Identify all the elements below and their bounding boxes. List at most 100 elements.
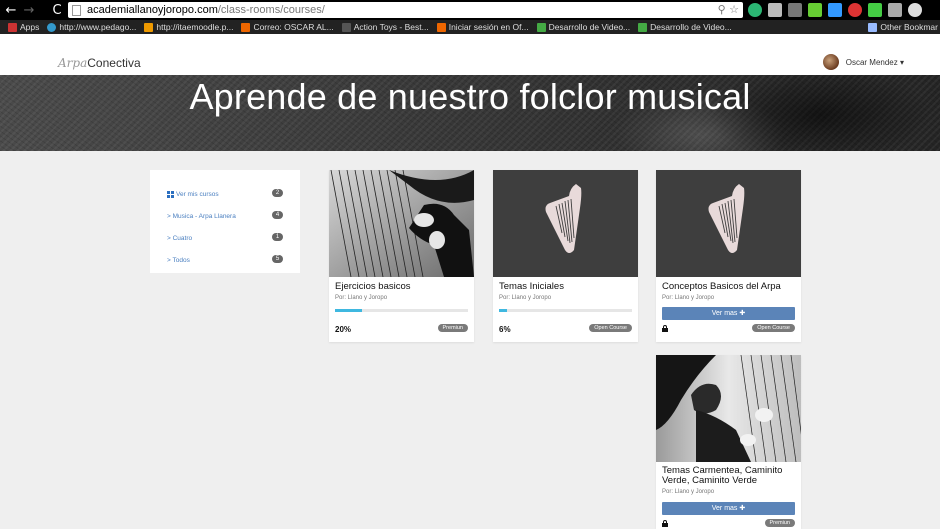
bookmark-icon bbox=[144, 22, 154, 32]
harp-photo bbox=[329, 170, 474, 277]
course-title[interactable]: Temas Iniciales bbox=[499, 282, 564, 292]
other-bookmarks[interactable]: Other Bookmar bbox=[868, 22, 938, 32]
folder-icon bbox=[868, 22, 878, 32]
user-name: Oscar Mendez ▾ bbox=[845, 57, 904, 67]
extension-icons bbox=[748, 3, 922, 17]
bookmark-label: Correo: OSCAR AL... bbox=[253, 22, 334, 32]
url-path: /class-rooms/courses/ bbox=[217, 4, 325, 16]
course-title[interactable]: Conceptos Basicos del Arpa bbox=[662, 282, 781, 292]
count-badge: 4 bbox=[272, 211, 283, 219]
bookmark-item[interactable]: http://www.pedago... bbox=[47, 22, 136, 32]
extension-icon[interactable] bbox=[888, 3, 902, 17]
sidebar-item-arpa-llanera[interactable]: > Musica - Arpa Llanera 4 bbox=[150, 205, 300, 227]
grid-icon bbox=[167, 190, 174, 198]
sidebar-item-label: > Todos bbox=[167, 256, 190, 264]
lock-icon bbox=[662, 520, 668, 527]
bookmark-icon bbox=[47, 22, 57, 32]
course-card[interactable]: Ejercicios basicos Por: Llano y Joropo 2… bbox=[329, 170, 474, 342]
lock-icon bbox=[662, 325, 668, 332]
hero-banner: Aprende de nuestro folclor musical bbox=[0, 75, 940, 151]
bookmark-label: http://itaemoodle.p... bbox=[156, 22, 234, 32]
site-logo[interactable]: ArpaConectiva bbox=[58, 56, 141, 70]
course-author: Por: Llano y Joropo bbox=[335, 295, 388, 301]
ver-mas-button[interactable]: Ver mas ✚ bbox=[662, 502, 795, 515]
back-icon[interactable]: ← bbox=[2, 3, 20, 18]
bookmark-label: Action Toys - Best... bbox=[353, 22, 429, 32]
logo-text: Conectiva bbox=[87, 56, 141, 70]
browser-toolbar: ← → C academiallanoyjoropo.com/class-roo… bbox=[0, 0, 940, 20]
bookmark-icon bbox=[536, 22, 546, 32]
bookmark-icon bbox=[241, 22, 251, 32]
sidebar-item-label: Ver mis cursos bbox=[176, 190, 219, 198]
count-badge: 1 bbox=[272, 233, 283, 241]
extension-icon[interactable] bbox=[908, 3, 922, 17]
bookmark-icon bbox=[436, 22, 446, 32]
bookmark-label: Desarrollo de Video... bbox=[548, 22, 631, 32]
bookmark-item[interactable]: Correo: OSCAR AL... bbox=[241, 22, 334, 32]
forward-icon[interactable]: → bbox=[20, 3, 38, 18]
progress-bar bbox=[335, 309, 468, 312]
extension-icon[interactable] bbox=[848, 3, 862, 17]
extension-icon[interactable] bbox=[788, 3, 802, 17]
ver-mas-button[interactable]: Ver mas ✚ bbox=[662, 307, 795, 320]
reload-icon[interactable]: C bbox=[48, 3, 66, 18]
harpist-photo bbox=[656, 355, 801, 462]
sidebar-item-cuatro[interactable]: > Cuatro 1 bbox=[150, 227, 300, 249]
course-tag: Premiun bbox=[764, 519, 795, 527]
user-menu[interactable]: Oscar Mendez ▾ bbox=[822, 54, 904, 70]
progress-fill bbox=[335, 309, 362, 312]
bookmark-item[interactable]: Desarrollo de Video... bbox=[536, 22, 631, 32]
logo-script: Arpa bbox=[58, 56, 88, 70]
count-badge: 2 bbox=[272, 189, 283, 197]
extension-icon[interactable] bbox=[868, 3, 882, 17]
bookmark-label: Desarrollo de Video... bbox=[650, 22, 732, 32]
extension-icon[interactable] bbox=[828, 3, 842, 17]
course-tag: Open Course bbox=[752, 324, 795, 332]
other-bookmarks-label: Other Bookmar bbox=[880, 22, 938, 32]
category-sidebar: Ver mis cursos 2 > Musica - Arpa Llanera… bbox=[150, 170, 300, 273]
bookmark-item[interactable]: Action Toys - Best... bbox=[341, 22, 429, 32]
sidebar-item-todos[interactable]: > Todos 5 bbox=[150, 249, 300, 271]
bookmarks-bar: Apps http://www.pedago... http://itaemoo… bbox=[0, 20, 940, 34]
course-image bbox=[493, 170, 638, 277]
bookmark-item[interactable]: Apps bbox=[8, 22, 39, 32]
course-card[interactable]: Temas Iniciales Por: Llano y Joropo 6% O… bbox=[493, 170, 638, 342]
course-image bbox=[656, 170, 801, 277]
course-image bbox=[329, 170, 474, 277]
zoom-star-icons[interactable]: ⚲ ☆ bbox=[718, 3, 739, 16]
course-author: Por: Llano y Joropo bbox=[662, 295, 715, 301]
address-bar[interactable]: academiallanoyjoropo.com/class-rooms/cou… bbox=[68, 2, 743, 18]
bookmark-label: Iniciar sesión en Of... bbox=[448, 22, 529, 32]
course-card[interactable]: Temas Carmentea, Caminito Verde, Caminit… bbox=[656, 355, 801, 529]
extension-icon[interactable] bbox=[768, 3, 782, 17]
course-author: Por: Llano y Joropo bbox=[499, 295, 552, 301]
course-tag: Premiun bbox=[437, 324, 468, 332]
bookmark-icon bbox=[638, 22, 648, 32]
sidebar-item-label: > Musica - Arpa Llanera bbox=[167, 212, 236, 220]
course-tag: Open Course bbox=[589, 324, 632, 332]
sidebar-item-my-courses[interactable]: Ver mis cursos 2 bbox=[150, 183, 300, 205]
course-title[interactable]: Temas Carmentea, Caminito Verde, Caminit… bbox=[662, 466, 795, 486]
extension-icon[interactable] bbox=[748, 3, 762, 17]
page-icon bbox=[72, 4, 81, 16]
bookmark-icon bbox=[341, 22, 351, 32]
progress-percent: 6% bbox=[499, 325, 511, 334]
page-title: Aprende de nuestro folclor musical bbox=[189, 76, 751, 117]
count-badge: 5 bbox=[272, 255, 283, 263]
progress-percent: 20% bbox=[335, 325, 352, 334]
course-title[interactable]: Ejercicios basicos bbox=[335, 282, 411, 292]
progress-bar bbox=[499, 309, 632, 312]
course-author: Por: Llano y Joropo bbox=[662, 489, 715, 495]
url-host: academiallanoyjoropo.com bbox=[87, 4, 218, 16]
extension-icon[interactable] bbox=[808, 3, 822, 17]
site-header: ArpaConectiva Oscar Mendez ▾ bbox=[0, 34, 940, 75]
harp-icon bbox=[656, 170, 801, 277]
bookmark-label: Apps bbox=[20, 22, 40, 32]
bookmark-label: http://www.pedago... bbox=[59, 22, 137, 32]
bookmark-item[interactable]: http://itaemoodle.p... bbox=[144, 22, 233, 32]
bookmark-item[interactable]: Desarrollo de Video... bbox=[638, 22, 732, 32]
bookmark-item[interactable]: Iniciar sesión en Of... bbox=[436, 22, 529, 32]
course-card[interactable]: Conceptos Basicos del Arpa Por: Llano y … bbox=[656, 170, 801, 342]
sidebar-item-label: > Cuatro bbox=[167, 234, 193, 242]
progress-fill bbox=[499, 309, 507, 312]
